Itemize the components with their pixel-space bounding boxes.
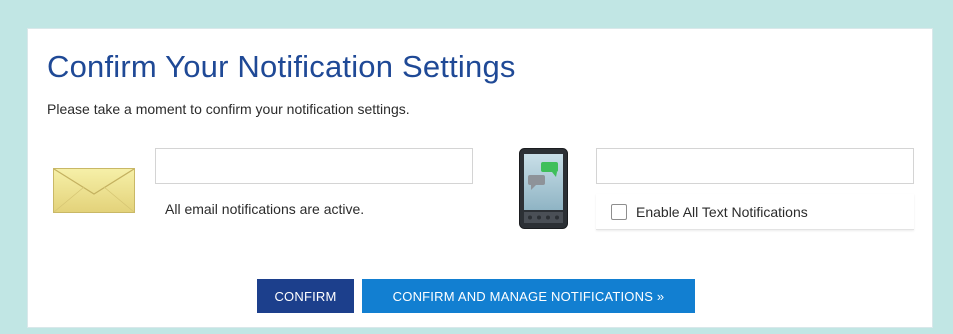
- mobile-phone-icon: [519, 148, 568, 229]
- email-status-text: All email notifications are active.: [165, 201, 365, 217]
- enable-text-notifications-label[interactable]: Enable All Text Notifications: [636, 204, 808, 220]
- notification-settings-panel: Confirm Your Notification Settings Pleas…: [27, 28, 933, 328]
- confirm-button[interactable]: CONFIRM: [257, 279, 354, 313]
- page-title: Confirm Your Notification Settings: [47, 49, 516, 84]
- enable-text-notifications-row[interactable]: Enable All Text Notifications: [596, 194, 914, 230]
- email-address-input[interactable]: [155, 148, 473, 184]
- confirm-and-manage-button[interactable]: CONFIRM AND MANAGE NOTIFICATIONS »: [362, 279, 695, 313]
- enable-text-notifications-checkbox[interactable]: [611, 204, 627, 220]
- page-subtitle: Please take a moment to confirm your not…: [47, 101, 410, 117]
- phone-number-input[interactable]: [596, 148, 914, 184]
- envelope-icon: [53, 168, 135, 213]
